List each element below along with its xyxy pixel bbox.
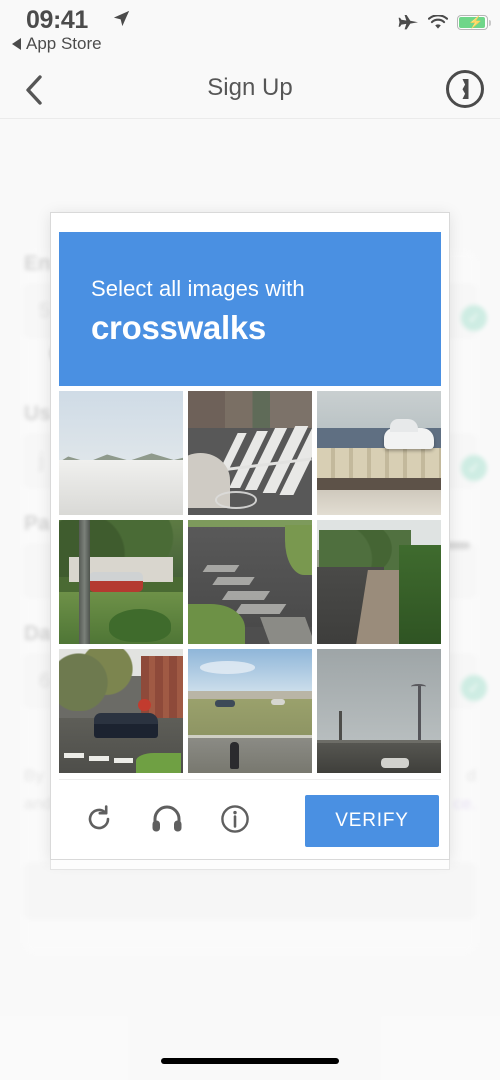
recaptcha-tools: [59, 799, 255, 839]
footer-divider: [59, 779, 441, 780]
captcha-tile-1[interactable]: [59, 391, 183, 515]
recaptcha-prompt-header: Select all images with crosswalks: [59, 232, 441, 386]
captcha-tile-8[interactable]: [188, 649, 312, 773]
headphones-icon: [152, 805, 182, 832]
recaptcha-modal: Select all images with crosswalks VERIFY: [50, 212, 450, 860]
captcha-tile-5[interactable]: [188, 520, 312, 644]
captcha-tile-2[interactable]: [188, 391, 312, 515]
captcha-tile-3[interactable]: [317, 391, 441, 515]
modal-bottom-strip: [50, 860, 450, 870]
verify-button[interactable]: VERIFY: [305, 795, 439, 847]
reload-icon: [88, 805, 110, 830]
captcha-tile-6[interactable]: [317, 520, 441, 644]
recaptcha-footer: VERIFY: [59, 785, 441, 853]
captcha-tile-4[interactable]: [59, 520, 183, 644]
phone-screen: 09:41 App Store ⚡ Sign Up En 5 ✓ Us j ✓ …: [0, 0, 500, 1080]
captcha-tile-7[interactable]: [59, 649, 183, 773]
recaptcha-image-grid: [59, 391, 441, 773]
prompt-target: crosswalks: [91, 309, 266, 346]
home-indicator: [161, 1058, 339, 1064]
audio-challenge-button[interactable]: [147, 799, 187, 839]
reload-button[interactable]: [79, 799, 119, 839]
captcha-tile-9[interactable]: [317, 649, 441, 773]
info-icon: [221, 805, 249, 833]
prompt-instruction: Select all images with: [91, 276, 305, 301]
info-button[interactable]: [215, 799, 255, 839]
